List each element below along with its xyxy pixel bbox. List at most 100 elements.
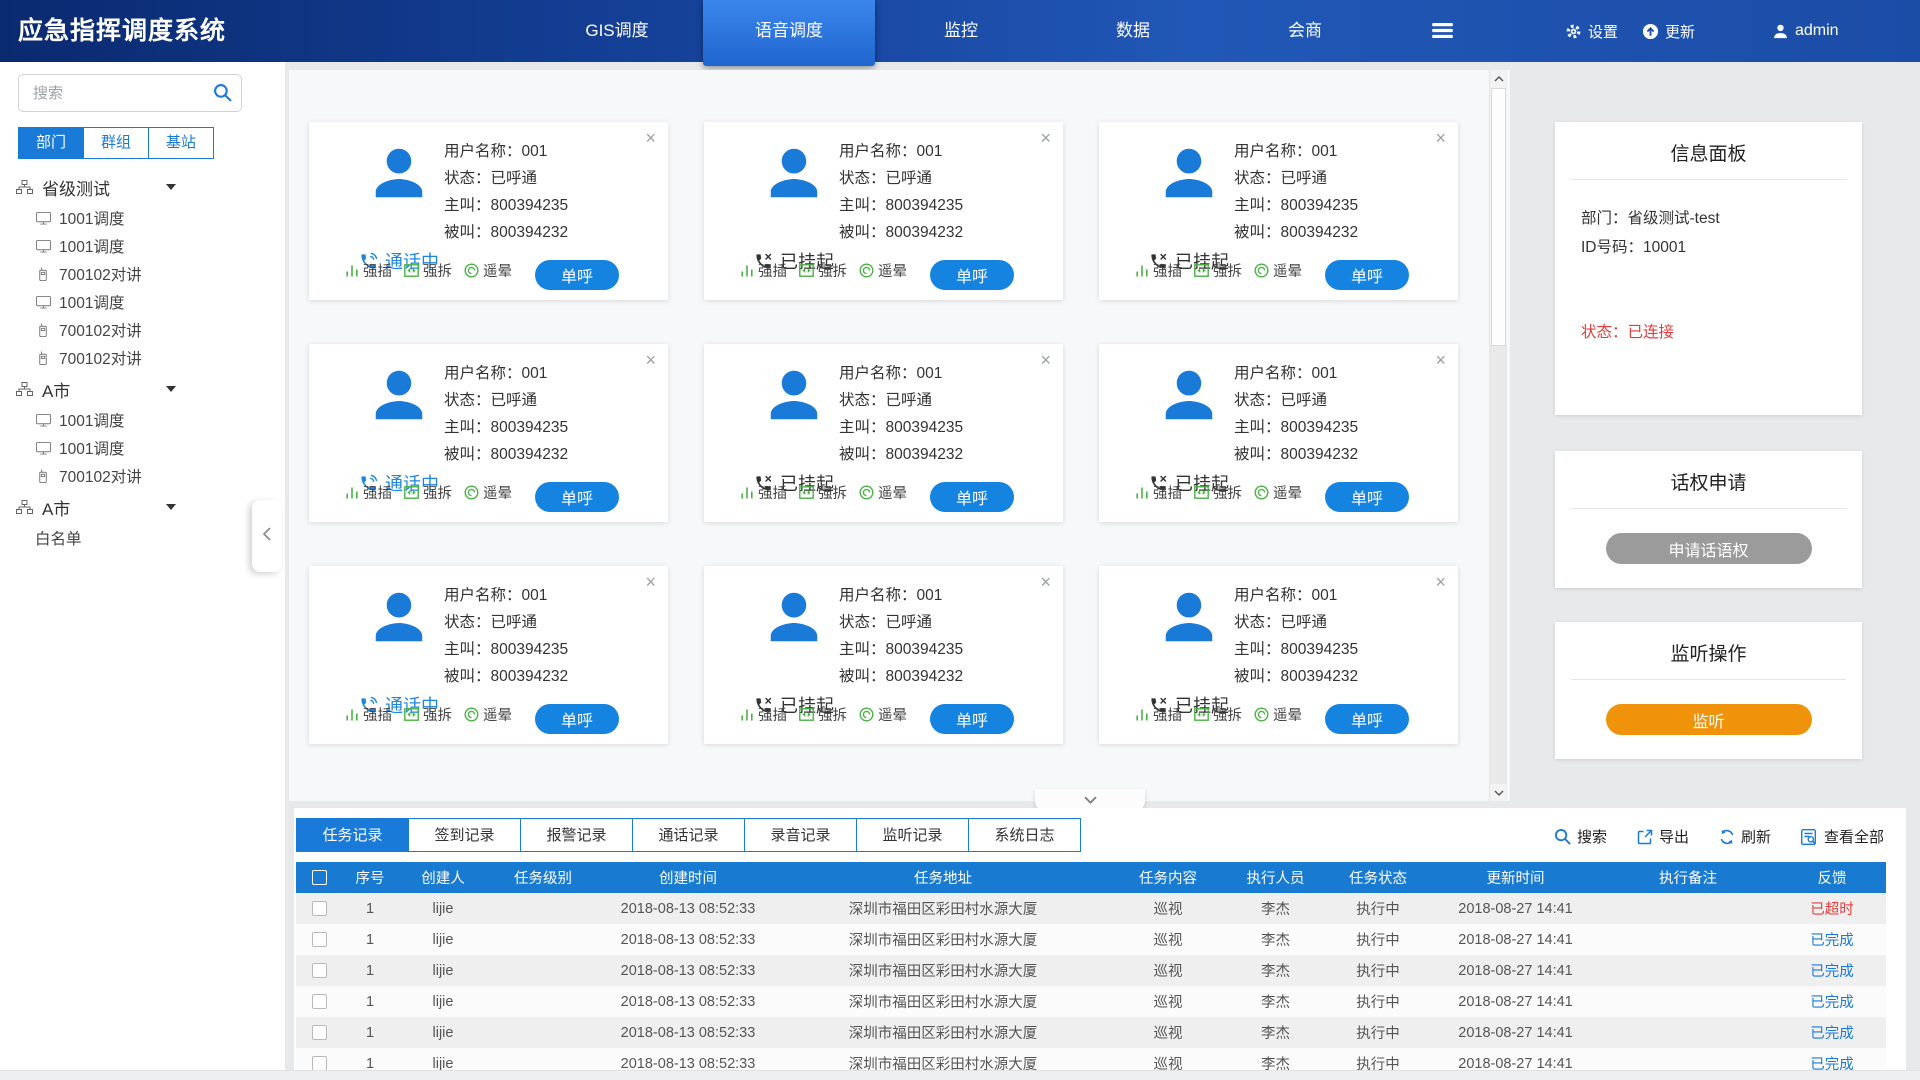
barge-in-action[interactable]: 强插: [740, 704, 787, 725]
close-icon[interactable]: ×: [645, 128, 656, 149]
monitor-button[interactable]: 监听: [1606, 704, 1812, 735]
remote-stun-action[interactable]: 遥晕: [859, 482, 907, 503]
scroll-down-icon[interactable]: [1490, 784, 1507, 801]
tree-item-0-5[interactable]: 700102对讲: [16, 344, 266, 372]
close-icon[interactable]: ×: [1040, 350, 1051, 371]
tree-item-0-4[interactable]: 700102对讲: [16, 316, 266, 344]
close-icon[interactable]: ×: [1040, 128, 1051, 149]
force-release-action[interactable]: 强拆: [1194, 482, 1242, 503]
single-call-button[interactable]: 单呼: [535, 704, 619, 734]
nav-item-3[interactable]: 数据: [1047, 0, 1219, 62]
sidebar-collapse-handle[interactable]: [252, 500, 282, 572]
close-icon[interactable]: ×: [645, 572, 656, 593]
single-call-button[interactable]: 单呼: [535, 260, 619, 290]
record-tab-6[interactable]: 系统日志: [968, 818, 1081, 852]
remote-stun-action[interactable]: 遥晕: [859, 260, 907, 281]
row-checkbox[interactable]: [312, 1056, 327, 1071]
tree-item-0-3[interactable]: 1001调度: [16, 288, 266, 316]
barge-in-action[interactable]: 强插: [740, 482, 787, 503]
remote-stun-action[interactable]: 遥晕: [1254, 260, 1302, 281]
close-icon[interactable]: ×: [1435, 128, 1446, 149]
barge-in-action[interactable]: 强插: [345, 704, 392, 725]
close-icon[interactable]: ×: [1435, 350, 1446, 371]
cards-scrollbar[interactable]: [1489, 70, 1507, 801]
horizontal-scrollbar[interactable]: [0, 1070, 1920, 1080]
search-input[interactable]: [31, 79, 205, 107]
scrollbar-thumb[interactable]: [1491, 88, 1506, 346]
tree-item-2-0[interactable]: 白名单: [16, 524, 266, 552]
remote-stun-action[interactable]: 遥晕: [859, 704, 907, 725]
export-tool[interactable]: 导出: [1637, 826, 1689, 847]
record-tab-4[interactable]: 录音记录: [744, 818, 857, 852]
force-release-action[interactable]: 强拆: [799, 260, 847, 281]
single-call-button[interactable]: 单呼: [930, 704, 1014, 734]
nav-item-0[interactable]: GIS调度: [531, 0, 703, 62]
scrollbar-track[interactable]: [1490, 346, 1507, 784]
close-icon[interactable]: ×: [1435, 572, 1446, 593]
row-checkbox[interactable]: [312, 901, 327, 916]
settings-button[interactable]: 设置: [1565, 0, 1618, 62]
update-button[interactable]: 更新: [1642, 0, 1695, 62]
tree-item-0-1[interactable]: 1001调度: [16, 232, 266, 260]
row-checkbox[interactable]: [312, 932, 327, 947]
tree-item-0-2[interactable]: 700102对讲: [16, 260, 266, 288]
single-call-button[interactable]: 单呼: [930, 260, 1014, 290]
search-icon[interactable]: [213, 83, 232, 107]
remote-stun-action[interactable]: 遥晕: [464, 260, 512, 281]
tree-item-1-0[interactable]: 1001调度: [16, 406, 266, 434]
sidebar-tab-0[interactable]: 部门: [18, 127, 84, 159]
barge-in-action[interactable]: 强插: [1135, 260, 1182, 281]
tree-group-2[interactable]: A市: [16, 490, 176, 524]
force-release-action[interactable]: 强拆: [799, 482, 847, 503]
tree-group-1[interactable]: A市: [16, 372, 176, 406]
tree-item-1-1[interactable]: 1001调度: [16, 434, 266, 462]
remote-stun-action[interactable]: 遥晕: [464, 704, 512, 725]
record-tab-2[interactable]: 报警记录: [520, 818, 633, 852]
single-call-button[interactable]: 单呼: [1325, 260, 1409, 290]
barge-in-action[interactable]: 强插: [345, 482, 392, 503]
nav-item-2[interactable]: 监控: [875, 0, 1047, 62]
record-tab-5[interactable]: 监听记录: [856, 818, 969, 852]
single-call-button[interactable]: 单呼: [1325, 482, 1409, 512]
single-call-button[interactable]: 单呼: [930, 482, 1014, 512]
remote-stun-action[interactable]: 遥晕: [464, 482, 512, 503]
search-tool[interactable]: 搜索: [1554, 826, 1607, 847]
single-call-button[interactable]: 单呼: [535, 482, 619, 512]
record-tab-0[interactable]: 任务记录: [296, 818, 409, 852]
gear-icon: [1565, 23, 1582, 40]
nav-item-4[interactable]: 会商: [1219, 0, 1391, 62]
barge-in-action[interactable]: 强插: [1135, 482, 1182, 503]
tree-item-0-0[interactable]: 1001调度: [16, 204, 266, 232]
tree-group-0[interactable]: 省级测试: [16, 170, 176, 204]
force-release-action[interactable]: 强拆: [404, 260, 452, 281]
row-checkbox[interactable]: [312, 994, 327, 1009]
nav-item-1[interactable]: 语音调度: [703, 0, 875, 66]
force-release-action[interactable]: 强拆: [799, 704, 847, 725]
request-floor-button[interactable]: 申请话语权: [1606, 533, 1812, 564]
remote-stun-action[interactable]: 遥晕: [1254, 704, 1302, 725]
user-menu[interactable]: admin: [1772, 0, 1839, 62]
barge-in-action[interactable]: 强插: [740, 260, 787, 281]
viewall-tool[interactable]: 查看全部: [1801, 826, 1884, 847]
force-release-action[interactable]: 强拆: [1194, 260, 1242, 281]
single-call-button[interactable]: 单呼: [1325, 704, 1409, 734]
force-release-action[interactable]: 强拆: [404, 482, 452, 503]
select-all-checkbox[interactable]: [312, 870, 327, 885]
sidebar-tab-2[interactable]: 基站: [148, 127, 214, 159]
scroll-up-icon[interactable]: [1490, 70, 1507, 87]
barge-in-action[interactable]: 强插: [345, 260, 392, 281]
tree-item-1-2[interactable]: 700102对讲: [16, 462, 266, 490]
record-tab-1[interactable]: 签到记录: [408, 818, 521, 852]
row-checkbox[interactable]: [312, 963, 327, 978]
close-icon[interactable]: ×: [645, 350, 656, 371]
remote-stun-action[interactable]: 遥晕: [1254, 482, 1302, 503]
force-release-action[interactable]: 强拆: [404, 704, 452, 725]
barge-in-action[interactable]: 强插: [1135, 704, 1182, 725]
menu-icon[interactable]: [1432, 23, 1453, 43]
row-checkbox[interactable]: [312, 1025, 327, 1040]
sidebar-tab-1[interactable]: 群组: [83, 127, 149, 159]
refresh-tool[interactable]: 刷新: [1719, 826, 1771, 847]
record-tab-3[interactable]: 通话记录: [632, 818, 745, 852]
close-icon[interactable]: ×: [1040, 572, 1051, 593]
force-release-action[interactable]: 强拆: [1194, 704, 1242, 725]
